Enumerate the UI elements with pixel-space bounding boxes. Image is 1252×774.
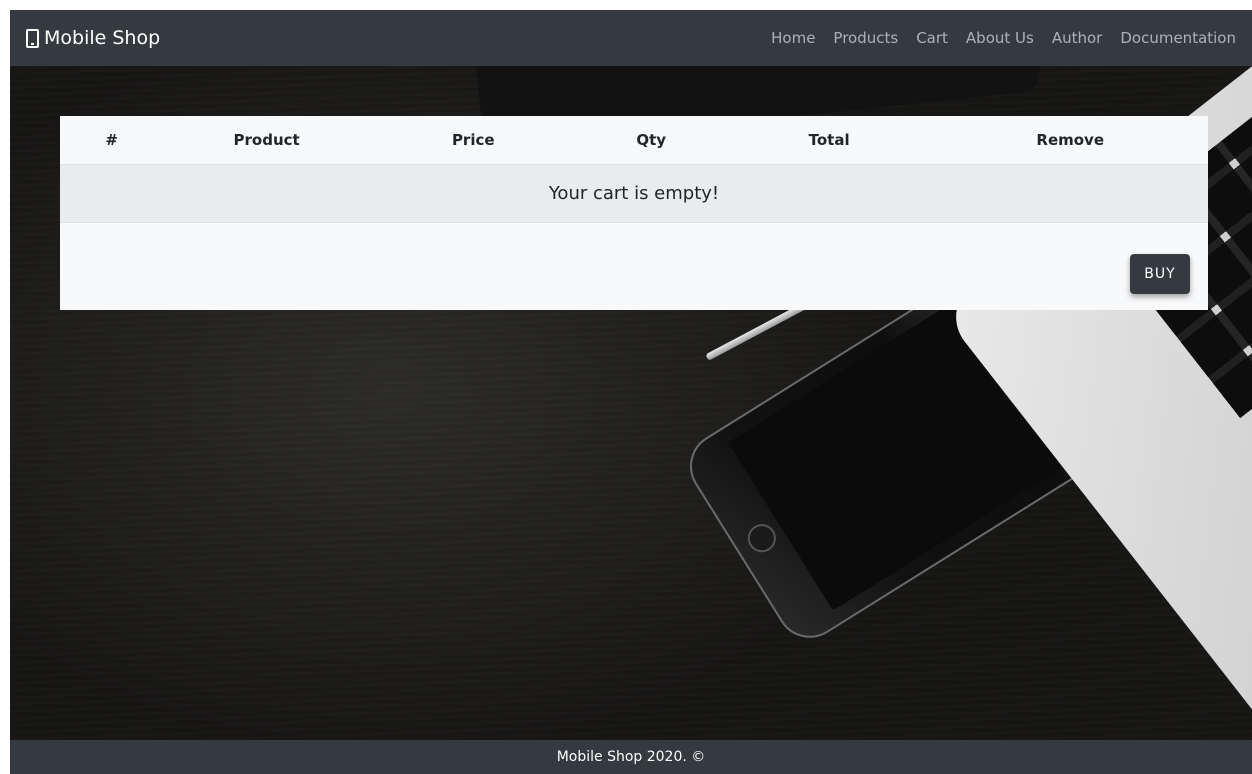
nav-home[interactable]: Home — [771, 29, 815, 47]
column-product: Product — [163, 116, 370, 165]
nav-links: Home Products Cart About Us Author Docum… — [753, 29, 1236, 47]
column-remove: Remove — [932, 116, 1208, 165]
buy-button[interactable]: BUY — [1130, 254, 1190, 294]
table-header-row: # Product Price Qty Total Remove — [60, 116, 1208, 165]
page-frame: Mobile Shop Home Products Cart About Us … — [10, 10, 1252, 774]
brand-label: Mobile Shop — [44, 27, 161, 49]
nav-author[interactable]: Author — [1052, 29, 1103, 47]
column-qty: Qty — [576, 116, 726, 165]
nav-cart[interactable]: Cart — [916, 29, 948, 47]
column-price: Price — [369, 116, 577, 165]
table-row: Your cart is empty! — [60, 164, 1208, 223]
cart-table: # Product Price Qty Total Remove Your ca… — [60, 116, 1208, 223]
nav-products[interactable]: Products — [833, 29, 898, 47]
navbar: Mobile Shop Home Products Cart About Us … — [10, 10, 1252, 66]
footer: Mobile Shop 2020. © — [10, 740, 1252, 774]
mobile-phone-icon — [26, 28, 39, 48]
column-number: # — [60, 116, 164, 165]
brand-link[interactable]: Mobile Shop — [26, 27, 160, 49]
column-total: Total — [725, 116, 933, 165]
footer-text: Mobile Shop 2020. © — [556, 749, 706, 765]
nav-documentation[interactable]: Documentation — [1120, 29, 1236, 47]
cart-card: # Product Price Qty Total Remove Your ca… — [60, 116, 1208, 310]
empty-cart-message: Your cart is empty! — [60, 164, 1208, 223]
nav-about-us[interactable]: About Us — [966, 29, 1034, 47]
